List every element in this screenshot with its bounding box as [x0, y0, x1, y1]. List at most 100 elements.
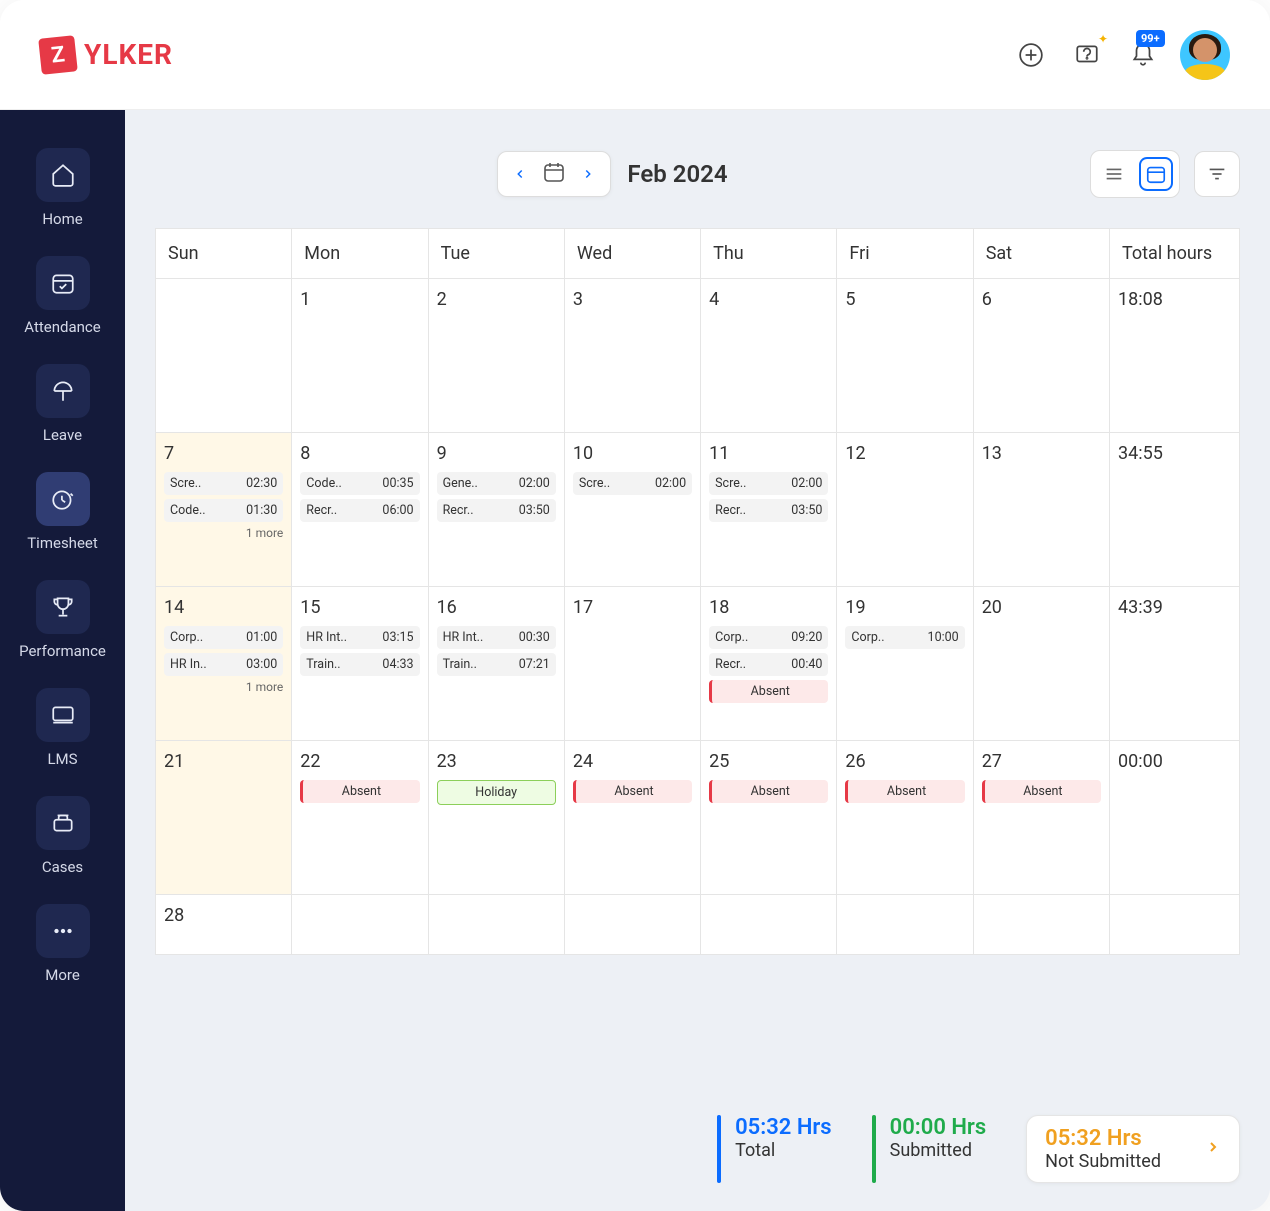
- list-view-button[interactable]: [1097, 157, 1131, 191]
- calendar-day[interactable]: [564, 895, 700, 955]
- calendar-day[interactable]: 26Absent: [837, 741, 973, 895]
- absent-badge[interactable]: Absent: [573, 780, 692, 803]
- absent-badge[interactable]: Absent: [982, 780, 1101, 803]
- time-entry[interactable]: Recr..06:00: [300, 499, 419, 522]
- time-entry[interactable]: Corp..10:00: [845, 626, 964, 649]
- time-entry[interactable]: Corp..09:20: [709, 626, 828, 649]
- calendar-day[interactable]: 11Scre..02:00Recr..03:50: [701, 433, 837, 587]
- calendar-day[interactable]: 10Scre..02:00: [564, 433, 700, 587]
- week-total: 00:00: [1110, 741, 1240, 895]
- sidebar-item-home[interactable]: Home: [0, 140, 125, 246]
- time-entry[interactable]: Code..00:35: [300, 472, 419, 495]
- calendar-day[interactable]: 25Absent: [701, 741, 837, 895]
- calendar-day[interactable]: [292, 895, 428, 955]
- entry-label: Corp..: [170, 630, 203, 645]
- time-entry[interactable]: Corp..01:00: [164, 626, 283, 649]
- day-number: 7: [164, 443, 283, 464]
- calendar-day[interactable]: 16 HR Int..00:30 Train..07:21: [428, 587, 564, 741]
- calendar-day[interactable]: 27Absent: [973, 741, 1109, 895]
- calendar-day[interactable]: 23 Holiday: [428, 741, 564, 895]
- calendar-view-button[interactable]: [1139, 157, 1173, 191]
- total-label: Total: [735, 1140, 832, 1161]
- calendar-day[interactable]: 28: [156, 895, 292, 955]
- calendar-day[interactable]: 15HR Int..03:15Train..04:33: [292, 587, 428, 741]
- time-entry[interactable]: HR In..03:00: [164, 653, 283, 676]
- holiday-badge[interactable]: Holiday: [437, 780, 556, 805]
- calendar-day[interactable]: 17: [564, 587, 700, 741]
- entry-label: Train..: [306, 657, 340, 672]
- sidebar-item-leave[interactable]: Leave: [0, 356, 125, 462]
- calendar-day[interactable]: [701, 895, 837, 955]
- notifications-button[interactable]: 99+: [1124, 36, 1162, 74]
- calendar-day[interactable]: 12: [837, 433, 973, 587]
- absent-badge[interactable]: Absent: [300, 780, 419, 803]
- more-link[interactable]: 1 more: [164, 680, 283, 694]
- time-entry[interactable]: Scre..02:00: [573, 472, 692, 495]
- sidebar-item-label: Cases: [42, 858, 83, 876]
- entry-time: 04:33: [382, 657, 413, 672]
- leave-icon: [36, 364, 90, 418]
- calendar-day[interactable]: 1: [292, 279, 428, 433]
- sidebar-item-attendance[interactable]: Attendance: [0, 248, 125, 354]
- day-number: 8: [300, 443, 419, 464]
- absent-badge[interactable]: Absent: [709, 780, 828, 803]
- time-entry[interactable]: HR Int..03:15: [300, 626, 419, 649]
- calendar-day[interactable]: 24Absent: [564, 741, 700, 895]
- time-entry[interactable]: Code..01:30: [164, 499, 283, 522]
- sidebar-item-label: Performance: [19, 642, 106, 660]
- entry-label: Recr..: [306, 503, 337, 518]
- day-number: 23: [437, 751, 556, 772]
- time-entry[interactable]: Train.. 04:33: [300, 653, 419, 676]
- calendar-day[interactable]: [428, 895, 564, 955]
- filter-button[interactable]: [1194, 151, 1240, 197]
- sidebar-item-cases[interactable]: Cases: [0, 788, 125, 894]
- calendar-day[interactable]: 20: [973, 587, 1109, 741]
- calendar-day[interactable]: 21: [156, 741, 292, 895]
- time-entry[interactable]: Recr..00:40: [709, 653, 828, 676]
- sidebar-item-lms[interactable]: LMS: [0, 680, 125, 786]
- help-button[interactable]: ✦: [1068, 36, 1106, 74]
- calendar-day[interactable]: 19Corp..10:00: [837, 587, 973, 741]
- absent-badge[interactable]: Absent: [845, 780, 964, 803]
- calendar-day[interactable]: 5: [837, 279, 973, 433]
- absent-badge[interactable]: Absent: [709, 680, 828, 703]
- calendar-day[interactable]: 22Absent: [292, 741, 428, 895]
- calendar-day[interactable]: 3: [564, 279, 700, 433]
- entry-label: Code..: [170, 503, 206, 518]
- avatar[interactable]: [1180, 30, 1230, 80]
- next-month[interactable]: [578, 164, 598, 184]
- calendar-day[interactable]: 7 Scre..02:30 Code..01:30 1 more: [156, 433, 292, 587]
- time-entry[interactable]: Gene..02:00: [437, 472, 556, 495]
- calendar-icon[interactable]: [542, 160, 566, 188]
- time-entry[interactable]: Train..07:21: [437, 653, 556, 676]
- entry-time: 02:00: [519, 476, 550, 491]
- time-entry[interactable]: Recr..03:50: [437, 499, 556, 522]
- time-entry[interactable]: HR Int..00:30: [437, 626, 556, 649]
- calendar-day[interactable]: [973, 895, 1109, 955]
- prev-month[interactable]: [510, 164, 530, 184]
- entry-time: 03:50: [519, 503, 550, 518]
- time-entry[interactable]: Scre..02:00: [709, 472, 828, 495]
- calendar-day[interactable]: [837, 895, 973, 955]
- stat-not-submitted[interactable]: 05:32 Hrs Not Submitted: [1026, 1115, 1240, 1183]
- calendar-day[interactable]: 6: [973, 279, 1109, 433]
- calendar-day[interactable]: 2: [428, 279, 564, 433]
- calendar-day[interactable]: 9Gene..02:00Recr..03:50: [428, 433, 564, 587]
- more-link[interactable]: 1 more: [164, 526, 283, 540]
- day-number: 16: [437, 597, 556, 618]
- time-entry[interactable]: Scre..02:30: [164, 472, 283, 495]
- calendar-day[interactable]: 8 Code..00:35 Recr..06:00: [292, 433, 428, 587]
- calendar-day[interactable]: 18Corp..09:20Recr..00:40Absent: [701, 587, 837, 741]
- entry-label: Scre..: [170, 476, 201, 491]
- sidebar-item-performance[interactable]: Performance: [0, 572, 125, 678]
- calendar-day[interactable]: 4: [701, 279, 837, 433]
- calendar-day[interactable]: 13: [973, 433, 1109, 587]
- calendar-day[interactable]: [156, 279, 292, 433]
- stat-submitted: 00:00 Hrs Submitted: [872, 1115, 987, 1183]
- sidebar-item-more[interactable]: More: [0, 896, 125, 1002]
- time-entry[interactable]: Recr..03:50: [709, 499, 828, 522]
- calendar-day[interactable]: 14Corp..01:00HR In..03:001 more: [156, 587, 292, 741]
- add-button[interactable]: [1012, 36, 1050, 74]
- avatar-body: [1185, 64, 1225, 80]
- sidebar-item-timesheet[interactable]: Timesheet: [0, 464, 125, 570]
